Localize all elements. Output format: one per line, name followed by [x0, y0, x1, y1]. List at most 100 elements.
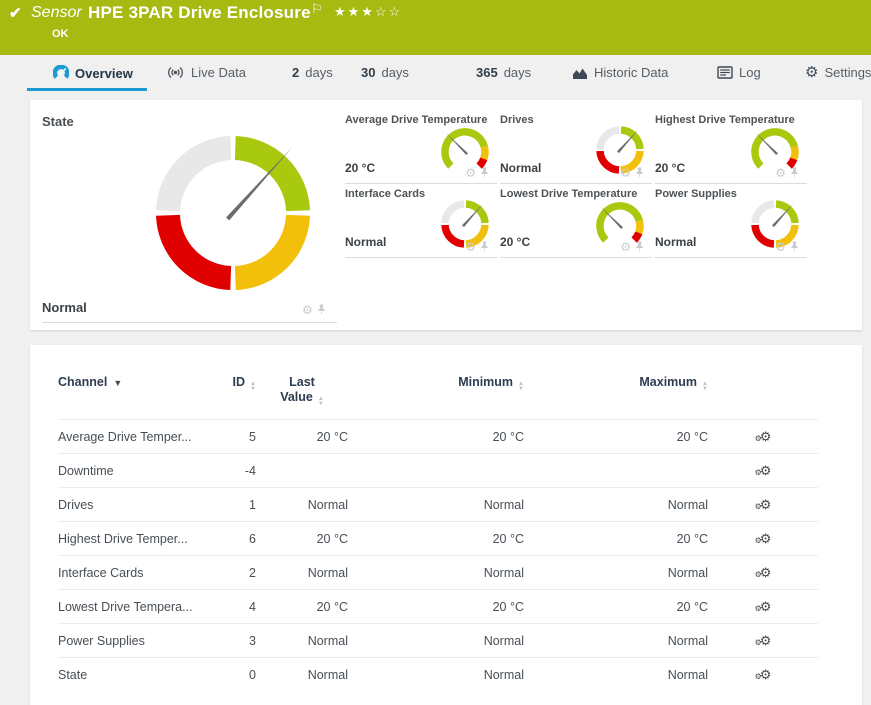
- gauge-settings-gear-icon[interactable]: ⚙: [620, 168, 631, 179]
- gauge-settings-gear-icon[interactable]: ⚙: [620, 242, 631, 253]
- channel-settings-icon[interactable]: ⚙⚙: [755, 601, 772, 613]
- tab-settings[interactable]: ⚙ Settings: [805, 65, 871, 80]
- tab-label: Settings: [824, 65, 871, 80]
- gauge-settings-gear-icon[interactable]: ⚙: [775, 168, 786, 179]
- last-value-cell: Normal: [256, 624, 348, 658]
- column-header-maximum[interactable]: Maximum▲▼: [524, 367, 708, 420]
- maximum-cell: [524, 454, 708, 488]
- status-check-icon: ✔: [9, 4, 22, 22]
- pin-icon[interactable]: [317, 304, 326, 316]
- tab-2-days[interactable]: 2 days: [292, 65, 333, 80]
- column-header-last-value[interactable]: Last Value▲▼: [256, 367, 348, 420]
- tab-historic-data[interactable]: Historic Data: [572, 65, 668, 80]
- divider: [345, 257, 497, 258]
- last-value-cell: 20 °C: [256, 522, 348, 556]
- log-icon: [717, 66, 733, 79]
- channel-table: Channel▼ ID▲▼ Last Value▲▼ Minimum▲▼ Max…: [58, 367, 818, 691]
- table-row: Downtime -4 ⚙⚙: [58, 454, 818, 488]
- channel-settings-icon[interactable]: ⚙⚙: [755, 635, 772, 647]
- state-title: State: [42, 114, 74, 129]
- maximum-cell: Normal: [524, 624, 708, 658]
- last-value-cell: Normal: [256, 488, 348, 522]
- sensor-title: HPE 3PAR Drive Enclosure: [88, 3, 311, 23]
- table-row: Drives 1 Normal Normal Normal ⚙⚙: [58, 488, 818, 522]
- channel-settings-icon[interactable]: ⚙⚙: [755, 499, 772, 511]
- sort-desc-icon: ▼: [113, 378, 122, 388]
- gauge-tile-label: Drives: [500, 114, 534, 126]
- last-value-cell: 20 °C: [256, 420, 348, 454]
- channel-id-cell: 5: [208, 420, 256, 454]
- gauges-panel: State Normal ⚙ Average Drive Temperature…: [30, 100, 862, 330]
- channel-id-cell: 0: [208, 658, 256, 692]
- channel-name-cell: Average Drive Temper...: [58, 420, 208, 454]
- maximum-cell: Normal: [524, 556, 708, 590]
- gauge-settings-gear-icon[interactable]: ⚙: [775, 242, 786, 253]
- tab-label: days: [504, 65, 531, 80]
- minimum-cell: 20 °C: [348, 522, 524, 556]
- maximum-cell: Normal: [524, 658, 708, 692]
- gauge-tile-lowest-drive-temperature: Lowest Drive Temperature 20 °C ⚙: [500, 184, 652, 258]
- divider: [655, 257, 807, 258]
- gauge-tile-value: 20 °C: [655, 161, 685, 175]
- channel-id-cell: 4: [208, 590, 256, 624]
- channel-name-cell: State: [58, 658, 208, 692]
- tab-live-data[interactable]: Live Data: [166, 65, 246, 80]
- minimum-cell: Normal: [348, 624, 524, 658]
- sort-icon: ▲▼: [702, 382, 708, 392]
- channel-settings-icon[interactable]: ⚙⚙: [755, 669, 772, 681]
- gauge-settings-gear-icon[interactable]: ⚙: [302, 305, 313, 316]
- active-tab-underline: [27, 88, 147, 91]
- tab-log[interactable]: Log: [717, 65, 761, 80]
- channel-settings-icon[interactable]: ⚙⚙: [755, 567, 772, 579]
- table-row: State 0 Normal Normal Normal ⚙⚙: [58, 658, 818, 692]
- pin-icon[interactable]: [790, 167, 799, 179]
- sort-icon: ▲▼: [250, 382, 256, 392]
- tab-365-days[interactable]: 365 days: [476, 65, 531, 80]
- tab-number: 365: [476, 65, 498, 80]
- pin-icon[interactable]: [480, 241, 489, 253]
- gauge-tile-label: Power Supplies: [655, 188, 737, 200]
- sort-icon: ▲▼: [318, 397, 324, 407]
- table-row: Average Drive Temper... 5 20 °C 20 °C 20…: [58, 420, 818, 454]
- priority-flag-icon[interactable]: ⚐: [311, 1, 323, 17]
- channel-settings-icon[interactable]: ⚙⚙: [755, 533, 772, 545]
- channel-name-cell: Lowest Drive Tempera...: [58, 590, 208, 624]
- column-header-minimum[interactable]: Minimum▲▼: [348, 367, 524, 420]
- column-header-channel[interactable]: Channel▼: [58, 367, 208, 420]
- channel-settings-icon[interactable]: ⚙⚙: [755, 431, 772, 443]
- channel-id-cell: 1: [208, 488, 256, 522]
- minimum-cell: 20 °C: [348, 590, 524, 624]
- divider: [500, 257, 652, 258]
- tab-label: Historic Data: [594, 65, 668, 80]
- pin-icon[interactable]: [480, 167, 489, 179]
- sensor-status-badge: OK: [52, 28, 69, 40]
- channel-name-cell: Downtime: [58, 454, 208, 488]
- table-row: Highest Drive Temper... 6 20 °C 20 °C 20…: [58, 522, 818, 556]
- channel-settings-icon[interactable]: ⚙⚙: [755, 465, 772, 477]
- channel-table-panel: Channel▼ ID▲▼ Last Value▲▼ Minimum▲▼ Max…: [30, 345, 862, 705]
- pin-icon[interactable]: [790, 241, 799, 253]
- overview-gauge-icon: [53, 65, 69, 81]
- maximum-cell: 20 °C: [524, 590, 708, 624]
- channel-id-cell: -4: [208, 454, 256, 488]
- maximum-cell: 20 °C: [524, 420, 708, 454]
- gauge-settings-gear-icon[interactable]: ⚙: [465, 242, 476, 253]
- gauge-settings-gear-icon[interactable]: ⚙: [465, 168, 476, 179]
- gauge-tile-average-drive-temperature: Average Drive Temperature 20 °C ⚙: [345, 110, 497, 184]
- sensor-kind-label: Sensor: [31, 4, 82, 22]
- tab-overview[interactable]: Overview: [53, 65, 133, 81]
- pin-icon[interactable]: [635, 241, 644, 253]
- divider: [42, 322, 337, 323]
- gauge-tile-value: Normal: [345, 235, 386, 249]
- historic-data-chart-icon: [572, 66, 588, 80]
- gauge-tile-value: 20 °C: [345, 161, 375, 175]
- minimum-cell: Normal: [348, 556, 524, 590]
- priority-stars[interactable]: ★★★☆☆: [334, 4, 402, 20]
- table-header-row: Channel▼ ID▲▼ Last Value▲▼ Minimum▲▼ Max…: [58, 367, 818, 420]
- minimum-cell: Normal: [348, 658, 524, 692]
- column-header-id[interactable]: ID▲▼: [208, 367, 256, 420]
- tab-label: Overview: [75, 66, 133, 81]
- pin-icon[interactable]: [635, 167, 644, 179]
- tab-30-days[interactable]: 30 days: [361, 65, 409, 80]
- tab-number: 2: [292, 65, 299, 80]
